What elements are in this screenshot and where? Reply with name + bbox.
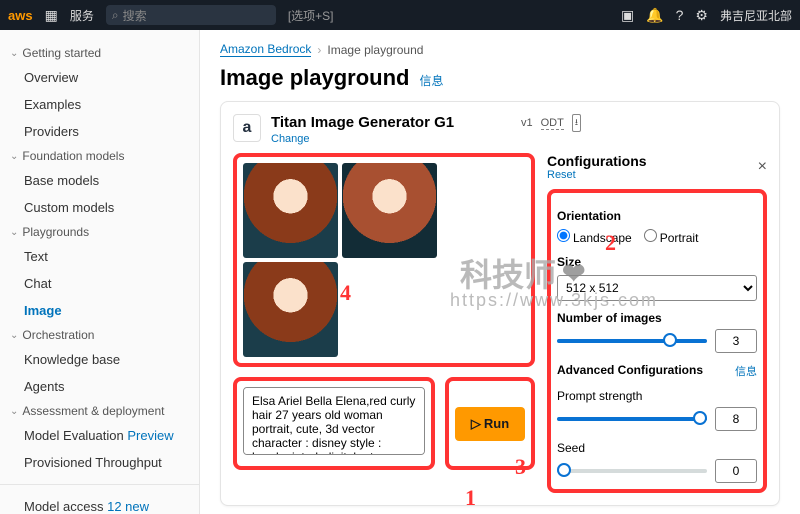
generated-image[interactable] xyxy=(243,262,338,357)
config-panel: Configurations Reset × Orientation Lands… xyxy=(547,153,767,493)
model-version: v1 xyxy=(521,117,533,129)
sidebar-item-image[interactable]: Image xyxy=(0,297,199,324)
sidebar-item-agents[interactable]: Agents xyxy=(0,373,199,400)
model-header: a Titan Image Generator G1 Change xyxy=(233,114,767,145)
search-icon: ⌕ xyxy=(112,8,119,23)
orientation-portrait[interactable]: Portrait xyxy=(644,229,699,245)
generated-image[interactable] xyxy=(243,163,338,258)
run-button[interactable]: ▷Run xyxy=(455,407,525,441)
group-playgrounds[interactable]: ⌄Playgrounds xyxy=(0,221,199,243)
sidebar-item-overview[interactable]: Overview xyxy=(0,64,199,91)
size-select[interactable]: 512 x 512 xyxy=(557,275,757,301)
generated-images xyxy=(243,163,453,357)
close-icon[interactable]: × xyxy=(758,158,767,176)
play-icon: ▷ xyxy=(471,416,481,432)
chevron-down-icon: ⌄ xyxy=(10,227,18,238)
new-badge: 12 new xyxy=(107,499,149,514)
size-label: Size xyxy=(557,255,581,269)
strength-label: Prompt strength xyxy=(557,389,642,403)
sidebar-item-chat[interactable]: Chat xyxy=(0,270,199,297)
chevron-down-icon: ⌄ xyxy=(10,151,18,162)
sidebar-item-model-access[interactable]: Model access 12 new xyxy=(0,493,199,514)
breadcrumb-current: Image playground xyxy=(327,43,423,57)
playground-card: a Titan Image Generator G1 Change v1 ODT… xyxy=(220,101,780,506)
bell-icon[interactable]: 🔔 xyxy=(646,7,663,24)
breadcrumb-root[interactable]: Amazon Bedrock xyxy=(220,42,311,57)
info-link[interactable]: 信息 xyxy=(419,72,443,89)
advanced-info-link[interactable]: 信息 xyxy=(735,363,757,379)
seed-input[interactable] xyxy=(715,459,757,483)
sidebar-item-text[interactable]: Text xyxy=(0,243,199,270)
content: Amazon Bedrock › Image playground Image … xyxy=(200,30,800,514)
download-icon[interactable]: ⭳ xyxy=(572,114,581,132)
sidebar: ⌄Getting started Overview Examples Provi… xyxy=(0,30,200,514)
advanced-label: Advanced Configurations xyxy=(557,363,703,379)
page-title: Image playground信息 xyxy=(220,65,780,91)
seed-slider[interactable] xyxy=(557,469,707,473)
model-logo: a xyxy=(233,114,261,142)
cloudshell-icon[interactable]: ▣ xyxy=(621,7,634,24)
sidebar-item-examples[interactable]: Examples xyxy=(0,91,199,118)
shortcut-hint: [选项+S] xyxy=(288,7,334,24)
generated-image[interactable] xyxy=(342,163,437,258)
strength-input[interactable] xyxy=(715,407,757,431)
sidebar-item-custom-models[interactable]: Custom models xyxy=(0,194,199,221)
help-icon[interactable]: ? xyxy=(676,7,684,23)
num-images-label: Number of images xyxy=(557,311,662,325)
reset-link[interactable]: Reset xyxy=(547,169,647,181)
sidebar-item-provisioned-throughput[interactable]: Provisioned Throughput xyxy=(0,449,199,476)
topbar: aws ▦ 服务 ⌕ 搜索 [选项+S] ▣ 🔔 ? ⚙ 弗吉尼亚北部 xyxy=(0,0,800,30)
services-label[interactable]: 服务 xyxy=(70,7,94,24)
model-odt[interactable]: ODT xyxy=(541,117,564,130)
orientation-label: Orientation xyxy=(557,209,621,223)
orientation-landscape[interactable]: Landscape xyxy=(557,229,632,245)
chevron-right-icon: › xyxy=(317,43,321,57)
prompt-annotation: Elsa Ariel Bella Elena,red curly hair 27… xyxy=(233,377,435,470)
aws-logo[interactable]: aws xyxy=(8,8,33,23)
change-model-link[interactable]: Change xyxy=(271,133,454,145)
results-area-annotation xyxy=(233,153,535,367)
model-name: Titan Image Generator G1 xyxy=(271,114,454,131)
strength-slider[interactable] xyxy=(557,417,707,421)
chevron-down-icon: ⌄ xyxy=(10,406,18,417)
num-images-slider[interactable] xyxy=(557,339,707,343)
sidebar-item-providers[interactable]: Providers xyxy=(0,118,199,145)
prompt-input[interactable]: Elsa Ariel Bella Elena,red curly hair 27… xyxy=(243,387,425,455)
gear-icon[interactable]: ⚙ xyxy=(695,7,708,24)
services-grid-icon[interactable]: ▦ xyxy=(45,7,58,24)
sidebar-item-knowledge-base[interactable]: Knowledge base xyxy=(0,346,199,373)
group-foundation-models[interactable]: ⌄Foundation models xyxy=(0,145,199,167)
run-annotation: ▷Run xyxy=(445,377,535,470)
region-selector[interactable]: 弗吉尼亚北部 xyxy=(720,7,792,24)
sidebar-item-model-evaluation[interactable]: Model Evaluation Preview xyxy=(0,422,199,449)
preview-badge: Preview xyxy=(127,428,173,443)
seed-label: Seed xyxy=(557,441,585,455)
search-placeholder: 搜索 xyxy=(123,7,147,24)
group-orchestration[interactable]: ⌄Orchestration xyxy=(0,324,199,346)
search-input-wrap[interactable]: ⌕ 搜索 xyxy=(106,5,276,25)
chevron-down-icon: ⌄ xyxy=(10,330,18,341)
num-images-input[interactable] xyxy=(715,329,757,353)
breadcrumb: Amazon Bedrock › Image playground xyxy=(220,42,780,57)
group-getting-started[interactable]: ⌄Getting started xyxy=(0,42,199,64)
sidebar-item-base-models[interactable]: Base models xyxy=(0,167,199,194)
config-annotation: Orientation Landscape Portrait Size 512 … xyxy=(547,189,767,493)
config-title: Configurations xyxy=(547,153,647,169)
chevron-down-icon: ⌄ xyxy=(10,48,18,59)
group-assessment[interactable]: ⌄Assessment & deployment xyxy=(0,400,199,422)
